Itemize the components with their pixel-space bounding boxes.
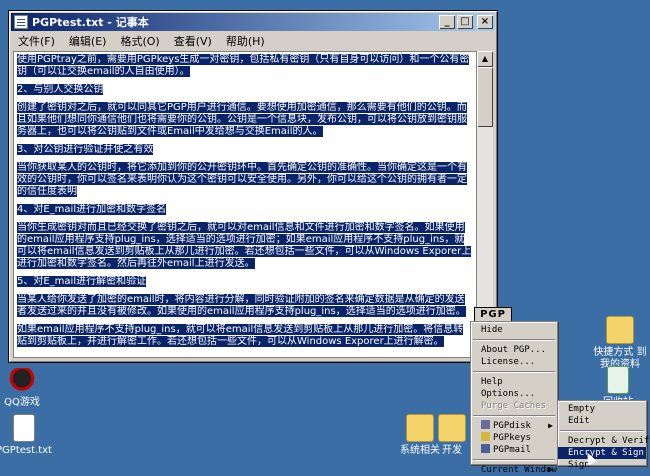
selected-text: 使用PGPtray之前，需要用PGPkeys生成一对密钥，包括私有密钥（只有自身… xyxy=(17,54,470,77)
paragraph: 使用PGPtray之前，需要用PGPkeys生成一对密钥，包括私有密钥（只有自身… xyxy=(17,54,473,78)
paragraph: 当某人给你发送了加密的email时，将内容进行分解，同时验证附加的签名来确定数据… xyxy=(17,294,473,318)
selected-text: 创建了密钥对之后，就可以同其它PGP用户进行通信。要想使用加密通信，那么需要有他… xyxy=(17,102,467,137)
menu-item-label: PGPmail xyxy=(493,445,531,455)
paragraph: 4、对E_mail进行加密和数字签名 xyxy=(17,204,473,216)
close-button[interactable]: × xyxy=(477,15,493,29)
menu-separator xyxy=(473,415,555,417)
qq-game-desktop-icon[interactable]: QQ游戏 xyxy=(0,368,62,409)
paragraph: 创建了密钥对之后，就可以同其它PGP用户进行通信。要想使用加密通信，那么需要有他… xyxy=(17,102,473,138)
my-data-shortcut-desktop-icon[interactable]: 快捷方式 到 我的资料 xyxy=(590,316,650,371)
notepad-window: PGPtest.txt - 记事本 _ □ × 文件(F) 编辑(E) 格式(O… xyxy=(8,10,498,363)
text-editor[interactable]: 使用PGPtray之前，需要用PGPkeys生成一对密钥，包括私有密钥（只有自身… xyxy=(13,51,477,358)
menu-item-license[interactable]: License... xyxy=(471,356,557,368)
menu-edit[interactable]: 编辑(E) xyxy=(62,33,114,49)
submenu-item-edit[interactable]: Edit xyxy=(558,415,646,427)
desktop-icon-label: QQ游戏 xyxy=(4,397,40,408)
paragraph: 当你获取某人的公钥时，将它添加到你的公开密钥环中。首先确定公钥的准确性。当你确定… xyxy=(17,162,473,198)
menu-item-purge-caches: Purge Caches xyxy=(481,401,547,411)
paragraph: 如果email应用程序不支持plug_ins，就可以将email信息发送到剪贴板… xyxy=(17,324,473,348)
folder-icon xyxy=(438,414,466,442)
menu-item-pgpkeys[interactable]: PGPkeys xyxy=(471,432,557,444)
paragraph: 3、对公钥进行验证并使之有效 xyxy=(17,144,473,156)
menu-separator xyxy=(560,430,644,432)
current-window-submenu: Empty Edit Decrypt & Verify Encrypt & Si… xyxy=(557,400,650,470)
pgpdisk-icon xyxy=(481,420,490,429)
menu-item-label: PGPkeys xyxy=(493,433,531,443)
menu-bar: 文件(F) 编辑(E) 格式(O) 查看(V) 帮助(H) xyxy=(11,32,495,50)
menu-item-label: PGPdisk xyxy=(493,421,531,431)
selected-text: 当你生成密钥对而且已经交换了密钥之后，就可以对email信息和文件进行加密和数字… xyxy=(17,222,472,269)
submenu-item-decrypt-verify[interactable]: Decrypt & Verify xyxy=(558,435,650,447)
submenu-item-empty[interactable]: Empty xyxy=(558,403,646,415)
menu-file[interactable]: 文件(F) xyxy=(11,33,62,49)
selected-text: 3、对公钥进行验证并使之有效 xyxy=(17,144,154,155)
submenu-item-encrypt-sign[interactable]: Encrypt & Sign xyxy=(558,447,646,459)
minimize-button[interactable]: _ xyxy=(439,15,455,29)
selected-text: 2、与别人交换公钥 xyxy=(17,84,104,95)
folder-shortcut-icon xyxy=(606,316,634,344)
submenu-arrow-icon: ▶ xyxy=(548,421,553,430)
menu-separator xyxy=(473,339,555,341)
menu-item-about[interactable]: About PGP... xyxy=(471,344,557,356)
pgp-tray-menu: Hide About PGP... License... Help Option… xyxy=(470,321,558,475)
menu-view[interactable]: 查看(V) xyxy=(167,33,219,49)
window-titlebar[interactable]: PGPtest.txt - 记事本 _ □ × xyxy=(11,13,495,31)
menu-item-pgpmail[interactable]: PGPmail xyxy=(471,444,557,456)
maximize-button[interactable]: □ xyxy=(457,15,473,29)
menu-item-options[interactable]: Options... xyxy=(471,388,557,400)
menu-help[interactable]: 帮助(H) xyxy=(219,33,272,49)
text-file-icon xyxy=(13,414,35,442)
pgptest-desktop-icon[interactable]: PGPtest.txt xyxy=(0,414,64,457)
selected-text: 当某人给你发送了加密的email时，将内容进行分解，同时验证附加的签名来确定数据… xyxy=(17,294,466,317)
dev-folder-desktop-icon[interactable]: 开发 xyxy=(432,414,472,457)
menu-item-help[interactable]: Help xyxy=(471,376,557,388)
selected-text: 当你获取某人的公钥时，将它添加到你的公开密钥环中。首先确定公钥的准确性。当你确定… xyxy=(17,162,467,197)
keys-icon xyxy=(481,432,490,441)
paragraph: 5、对E_mail进行解密和验证 xyxy=(17,276,473,288)
submenu-item-sign[interactable]: Sign xyxy=(558,459,646,471)
desktop-icon-label: 开发 xyxy=(442,445,462,456)
notepad-icon xyxy=(14,15,28,29)
window-title: PGPtest.txt - 记事本 xyxy=(32,16,149,29)
scroll-thumb[interactable] xyxy=(477,67,493,127)
mail-icon xyxy=(481,444,490,453)
desktop-icon-label: PGPtest.txt xyxy=(0,445,52,456)
selected-text: 5、对E_mail进行解密和验证 xyxy=(17,276,147,287)
qq-penguin-icon xyxy=(9,368,35,394)
paragraph: 2、与别人交换公钥 xyxy=(17,84,473,96)
menu-separator xyxy=(473,371,555,373)
menu-item-hide[interactable]: Hide xyxy=(471,324,557,336)
menu-item-pgpdisk[interactable]: PGPdisk ▶ xyxy=(471,420,557,432)
folder-icon xyxy=(406,414,434,442)
scroll-up-arrow-icon[interactable]: ▲ xyxy=(477,51,493,67)
menu-format[interactable]: 格式(O) xyxy=(113,33,166,49)
paragraph: 当你生成密钥对而且已经交换了密钥之后，就可以对email信息和文件进行加密和数字… xyxy=(17,222,473,270)
selected-text: 4、对E_mail进行加密和数字签名 xyxy=(17,204,167,215)
recycle-bin-icon xyxy=(607,366,629,394)
menu-separator xyxy=(473,459,555,461)
selected-text: 如果email应用程序不支持plug_ins，就可以将email信息发送到剪贴板… xyxy=(17,324,464,347)
menu-item-label: Current Window xyxy=(481,465,557,475)
